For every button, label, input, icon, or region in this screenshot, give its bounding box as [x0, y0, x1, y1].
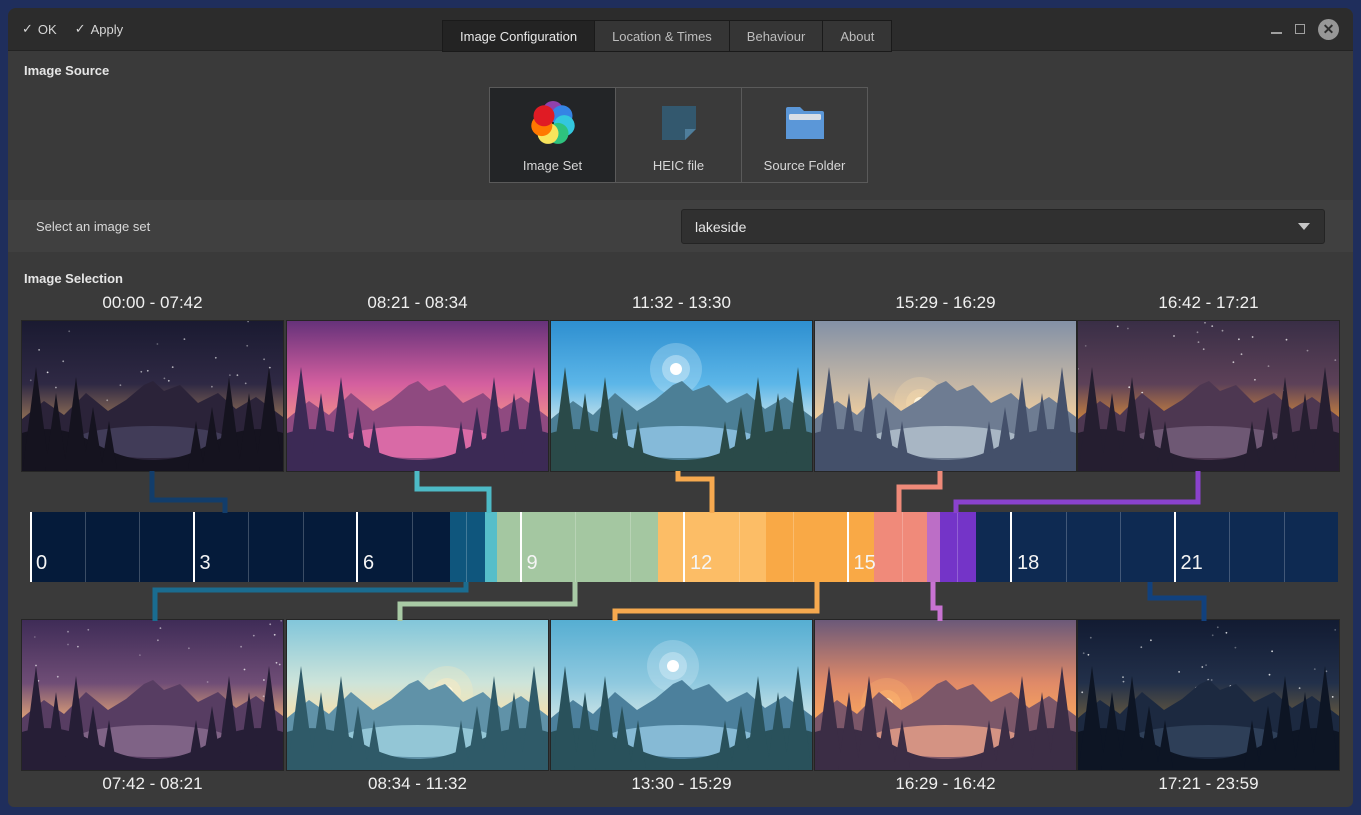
tab-about[interactable]: About [823, 20, 892, 52]
timeline-hour-line [1174, 512, 1176, 582]
timeline-bar: 0 3 6 9 12 15 18 21 [30, 512, 1338, 582]
time-range-label-bottom-1: 07:42 - 08:21 [22, 774, 283, 794]
timeline-tick-label-3: 3 [200, 552, 211, 575]
image-selection-heading: Image Selection [24, 271, 123, 286]
apply-button-label: Apply [91, 22, 124, 37]
timeline-hour-line [957, 512, 958, 582]
top-thumbnail-4[interactable] [815, 321, 1076, 471]
bottom-thumbnail-4[interactable] [815, 620, 1076, 770]
timeline-segment-08-21-08-34 [485, 512, 497, 582]
desktop-background: ✓ OK ✓ Apply Image ConfigurationLocation &… [0, 0, 1361, 815]
timeline-hour-line [466, 512, 467, 582]
time-range-label-bottom-5: 17:21 - 23:59 [1078, 774, 1339, 794]
bottom-thumbnail-1[interactable] [22, 620, 283, 770]
timeline-tick-label-12: 12 [690, 552, 712, 575]
time-range-label-bottom-3: 13:30 - 15:29 [551, 774, 812, 794]
tab-location-times[interactable]: Location & Times [595, 20, 730, 52]
source-folder-icon [781, 94, 829, 152]
timeline-segment-15-29-16-29 [874, 512, 927, 582]
timeline-tick-label-21: 21 [1181, 552, 1203, 575]
titlebar[interactable]: ✓ OK ✓ Apply Image ConfigurationLocation &… [8, 8, 1353, 51]
timeline-hour-line [1284, 512, 1285, 582]
timeline-tick-label-9: 9 [527, 552, 538, 575]
image-set-dropdown[interactable]: lakeside [681, 209, 1325, 244]
top-thumbnail-1[interactable] [22, 321, 283, 471]
timeline-hour-line [248, 512, 249, 582]
bottom-thumbnail-3[interactable] [551, 620, 812, 770]
minimize-button[interactable] [1271, 32, 1282, 34]
time-range-label-top-2: 08:21 - 08:34 [287, 293, 548, 313]
top-thumbnail-5[interactable] [1078, 321, 1339, 471]
timeline-hour-line [193, 512, 195, 582]
timeline-segment-16-42-17-21 [940, 512, 975, 582]
timeline-hour-line [1010, 512, 1012, 582]
timeline-tick-label-18: 18 [1017, 552, 1039, 575]
ok-button[interactable]: ✓ OK [22, 21, 57, 37]
window-controls: ✕ [1271, 8, 1339, 50]
maximize-button[interactable] [1295, 24, 1305, 34]
heic-file-icon [655, 94, 703, 152]
top-thumbnail-2[interactable] [287, 321, 548, 471]
timeline-hour-line [739, 512, 740, 582]
image-set-dropdown-value: lakeside [695, 219, 1298, 235]
image-source-type-group: Image Set HEIC file Source Folder [489, 87, 868, 183]
timeline-tick-label-15: 15 [854, 552, 876, 575]
timeline-hour-line [356, 512, 358, 582]
source-type-label: Image Set [523, 158, 582, 173]
timeline-hour-line [1066, 512, 1067, 582]
timeline-hour-line [793, 512, 794, 582]
source-type-image-set-button[interactable]: Image Set [489, 87, 616, 183]
timeline-hour-line [630, 512, 631, 582]
timeline-hour-line [412, 512, 413, 582]
timeline-segment-07-42-08-21 [450, 512, 485, 582]
bottom-thumbnail-2[interactable] [287, 620, 548, 770]
timeline-hour-line [85, 512, 86, 582]
image-source-heading: Image Source [24, 63, 109, 78]
close-button[interactable]: ✕ [1318, 19, 1339, 40]
timeline-hour-line [847, 512, 849, 582]
top-thumbnail-3[interactable] [551, 321, 812, 471]
check-icon: ✓ [75, 21, 86, 37]
timeline-hour-line [575, 512, 576, 582]
source-type-label: HEIC file [653, 158, 704, 173]
tab-behaviour[interactable]: Behaviour [730, 20, 824, 52]
time-range-label-top-3: 11:32 - 13:30 [551, 293, 812, 313]
timeline-tick-label-6: 6 [363, 552, 374, 575]
source-type-source-folder-button[interactable]: Source Folder [741, 87, 868, 183]
apply-button[interactable]: ✓ Apply [75, 21, 123, 37]
time-range-label-top-5: 16:42 - 17:21 [1078, 293, 1339, 313]
image-set-flower-icon [529, 94, 577, 152]
tab-image-configuration[interactable]: Image Configuration [442, 20, 595, 52]
timeline-hour-line [902, 512, 903, 582]
timeline-hour-line [30, 512, 32, 582]
timeline-segment-00-00-07-42 [30, 512, 450, 582]
header-tabs: Image ConfigurationLocation & TimesBehav… [442, 20, 892, 52]
timeline-hour-line [1120, 512, 1121, 582]
time-range-label-bottom-4: 16:29 - 16:42 [815, 774, 1076, 794]
time-range-label-top-1: 00:00 - 07:42 [22, 293, 283, 313]
time-range-label-bottom-2: 08:34 - 11:32 [287, 774, 548, 794]
select-image-set-label: Select an image set [36, 200, 150, 252]
check-icon: ✓ [22, 21, 33, 37]
time-range-label-top-4: 15:29 - 16:29 [815, 293, 1076, 313]
timeline-hour-line [683, 512, 685, 582]
timeline-segment-16-29-16-42 [927, 512, 940, 582]
image-set-select-row: Select an image set lakeside [8, 200, 1353, 252]
timeline-hour-line [139, 512, 140, 582]
timeline-hour-line [303, 512, 304, 582]
bottom-thumbnail-5[interactable] [1078, 620, 1339, 770]
ok-button-label: OK [38, 22, 57, 37]
timeline-tick-label-0: 0 [36, 552, 47, 575]
timeline-hour-line [1229, 512, 1230, 582]
chevron-down-icon [1298, 223, 1310, 230]
source-type-label: Source Folder [764, 158, 846, 173]
source-type-heic-file-button[interactable]: HEIC file [615, 87, 742, 183]
timeline-hour-line [520, 512, 522, 582]
